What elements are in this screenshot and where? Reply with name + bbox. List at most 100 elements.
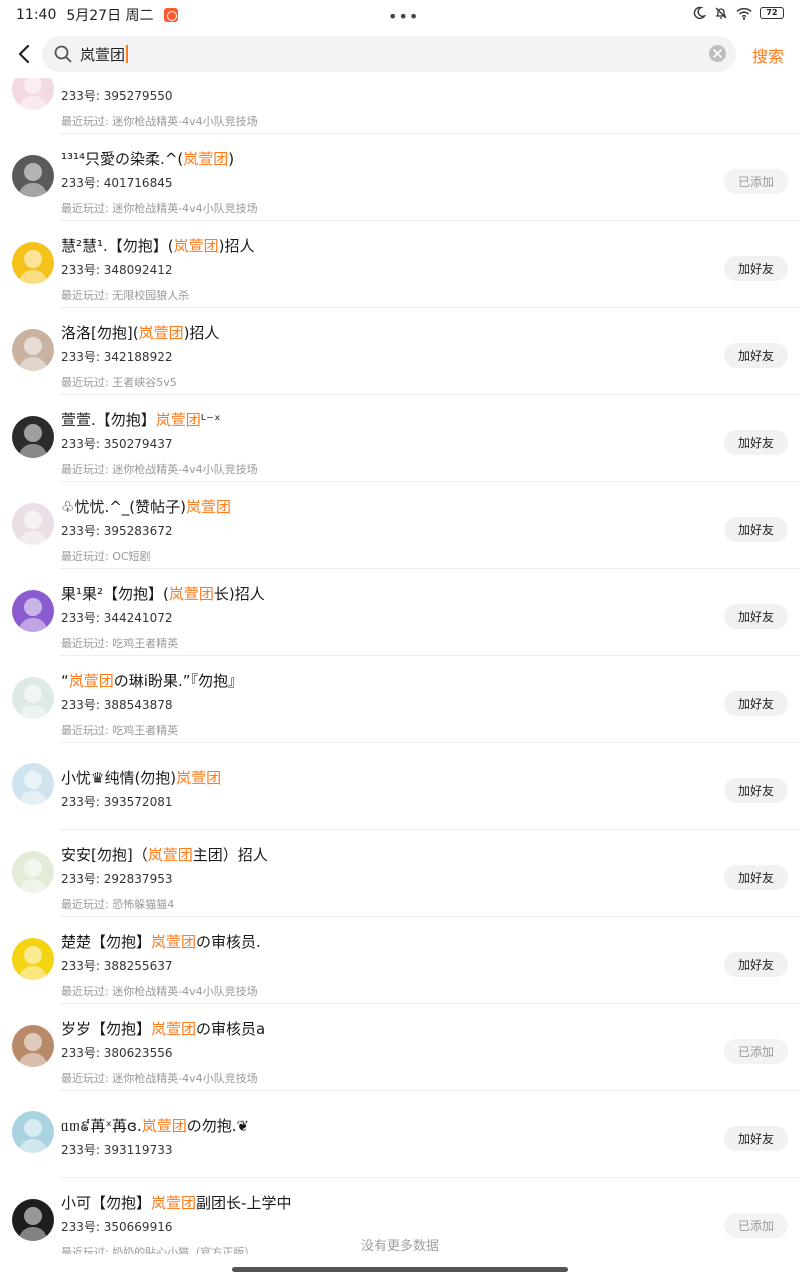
recently-played: 最近玩过: 迷你枪战精英-4v4小队竞技场 [61,1072,258,1085]
add-friend-button[interactable]: 加好友 [724,865,788,890]
add-friend-button[interactable]: 加好友 [724,1126,788,1151]
multitask-dots-icon[interactable]: ••• [388,7,419,26]
search-result-item[interactable]: 岁岁【勿抱】岚萱团の审核员a 233号: 380623556 最近玩过: 迷你枪战精… [0,1004,800,1091]
add-friend-button[interactable]: 加好友 [724,691,788,716]
user-name[interactable]: 萱萱.【勿抱】岚萱团ᴸ⁻ˣ [61,409,221,430]
user-name[interactable]: ♧忧忧.^_(赞帖子)岚萱团 [61,496,231,517]
avatar[interactable] [12,763,54,805]
avatar[interactable] [12,78,54,110]
name-text: 慧²慧¹.【勿抱】( [61,237,174,255]
search-result-item[interactable]: 楚楚【勿抱】岚萱团の审核员. 233号: 388255637 最近玩过: 迷你枪战精… [0,917,800,1004]
avatar[interactable] [12,503,54,545]
name-text: 长)招人 [213,585,265,603]
user-name[interactable]: 洛洛[勿抱](岚萱团)招人 [61,322,219,343]
add-friend-button[interactable]: 加好友 [724,430,788,455]
added-status-button[interactable]: 已添加 [724,1039,788,1064]
highlighted-keyword: 岚萱团 [68,672,114,690]
user-id: 233号: 292837953 [61,872,173,886]
add-friend-button[interactable]: 加好友 [724,952,788,977]
search-result-item[interactable]: 果¹果²【勿抱】(岚萱团长)招人 233号: 344241072 最近玩过: 吃鸡王… [0,569,800,656]
search-input[interactable]: 岚萱团 [42,36,736,72]
recently-played: 最近玩过: 迷你枪战精英-4v4小队竞技场 [61,463,258,476]
search-result-item[interactable]: 小忧♛纯情(勿抱)岚萱团 233号: 393572081 加好友 [0,743,800,830]
back-button[interactable] [10,38,38,70]
avatar[interactable] [12,590,54,632]
user-id: 233号: 401716845 [61,176,173,190]
user-name[interactable]: 楚楚【勿抱】岚萱团の审核员. [61,931,261,952]
add-friend-button[interactable]: 加好友 [724,778,788,803]
home-indicator[interactable] [232,1267,568,1272]
name-text: 副团长-上学中 [196,1194,292,1212]
user-id: 233号: 393119733 [61,1143,173,1157]
name-text: ♧忧忧.^_(赞帖子) [61,498,186,516]
recently-played: 最近玩过: 无限校园狼人杀 [61,289,190,302]
user-name[interactable]: ¹³¹⁴只愛の染柔.^(岚萱团) [61,148,234,169]
add-friend-button[interactable]: 加好友 [724,256,788,281]
recently-played: 最近玩过: 迷你枪战精英-4v4小队竞技场 [61,115,258,128]
user-name[interactable]: 小可【勿抱】岚萱团副团长-上学中 [61,1192,291,1213]
name-text: 岁岁【勿抱】 [61,1020,152,1038]
avatar[interactable] [12,938,54,980]
avatar[interactable] [12,677,54,719]
added-status-button[interactable]: 已添加 [724,169,788,194]
user-id: 233号: 348092412 [61,263,173,277]
bell-muted-icon [715,7,727,19]
user-name[interactable]: 果¹果²【勿抱】(岚萱团长)招人 [61,583,265,604]
avatar[interactable] [12,155,54,197]
highlighted-keyword: 岚萱团 [168,585,214,603]
search-result-item[interactable]: 洛洛[勿抱](岚萱团)招人 233号: 342188922 最近玩过: 王者峡谷5v… [0,308,800,395]
name-text: 小可【勿抱】 [61,1194,152,1212]
user-id: 233号: 395283672 [61,524,173,538]
avatar[interactable] [12,242,54,284]
avatar[interactable] [12,851,54,893]
user-name[interactable]: ᥲᥖ៩苒ˣ苒ɞ.岚萱团の勿抱.❦ [61,1115,249,1139]
status-right: 72 [692,6,784,20]
search-result-item[interactable]: ¹³¹⁴只愛の染柔.^(岚萱团) 233号: 401716845 最近玩过: 迷你枪… [0,134,800,221]
search-result-item[interactable]: 233号: 395279550 最近玩过: 迷你枪战精英-4v4小队竞技场 [0,78,800,134]
add-friend-button[interactable]: 加好友 [724,517,788,542]
user-name[interactable]: 安安[勿抱]（岚萱团主团）招人 [61,844,268,865]
avatar[interactable] [12,1111,54,1153]
user-id: 233号: 350279437 [61,437,173,451]
avatar[interactable] [12,1025,54,1067]
search-results-list[interactable]: 233号: 395279550 最近玩过: 迷你枪战精英-4v4小队竞技场 ¹³¹⁴… [0,78,800,1254]
search-result-item[interactable]: 慧²慧¹.【勿抱】(岚萱团)招人 233号: 348092412 最近玩过: 无限校… [0,221,800,308]
chevron-left-icon [18,44,30,64]
name-text: “ [61,672,69,690]
search-result-item[interactable]: “岚萱团の琳i盼果.”『勿抱』 233号: 388543878 最近玩过: 吃鸡王者… [0,656,800,743]
user-name[interactable]: 岁岁【勿抱】岚萱团の审核员a [61,1018,265,1039]
user-id: 233号: 342188922 [61,350,173,364]
user-id: 233号: 393572081 [61,795,173,809]
user-name[interactable]: “岚萱团の琳i盼果.”『勿抱』 [61,670,243,691]
search-result-item[interactable]: ᥲᥖ៩苒ˣ苒ɞ.岚萱团の勿抱.❦ 233号: 393119733 加好友 [0,1091,800,1178]
app-notification-icon [163,8,178,22]
search-result-item[interactable]: 安安[勿抱]（岚萱团主团）招人 233号: 292837953 最近玩过: 恐怖躲猫… [0,830,800,917]
highlighted-keyword: 岚萱团 [141,1117,187,1135]
text-cursor [126,45,129,63]
avatar[interactable] [12,329,54,371]
name-text: の审核员. [196,933,261,951]
status-time: 11:40 [16,7,57,23]
highlighted-keyword: 岚萱团 [186,498,232,516]
clear-search-button[interactable] [709,45,726,62]
avatar[interactable] [12,416,54,458]
highlighted-keyword: 岚萱团 [183,150,229,168]
recently-played: 最近玩过: 吃鸡王者精英 [61,637,179,650]
name-text: 果¹果²【勿抱】( [61,585,169,603]
name-text: ¹³¹⁴只愛の染柔.^( [61,150,184,168]
search-result-item[interactable]: ♧忧忧.^_(赞帖子)岚萱团 233号: 395283672 最近玩过: OC短剧 加… [0,482,800,569]
name-text: ) [228,150,235,168]
name-text: の琳i盼果.”『勿抱』 [113,672,244,690]
name-text: 安安[勿抱]（ [61,846,148,864]
battery-icon: 72 [760,7,784,19]
search-query[interactable]: 岚萱团 [80,44,125,65]
add-friend-button[interactable]: 加好友 [724,604,788,629]
highlighted-keyword: 岚萱团 [155,411,201,429]
user-name[interactable]: 慧²慧¹.【勿抱】(岚萱团)招人 [61,235,255,256]
name-text: 楚楚【勿抱】 [61,933,152,951]
status-bar: 11:40 5月27日 周二 ••• 72 [0,0,800,30]
add-friend-button[interactable]: 加好友 [724,343,788,368]
search-button[interactable]: 搜索 [752,43,784,67]
user-name[interactable]: 小忧♛纯情(勿抱)岚萱团 [61,767,221,788]
search-result-item[interactable]: 萱萱.【勿抱】岚萱团ᴸ⁻ˣ 233号: 350279437 最近玩过: 迷你枪战精英… [0,395,800,482]
